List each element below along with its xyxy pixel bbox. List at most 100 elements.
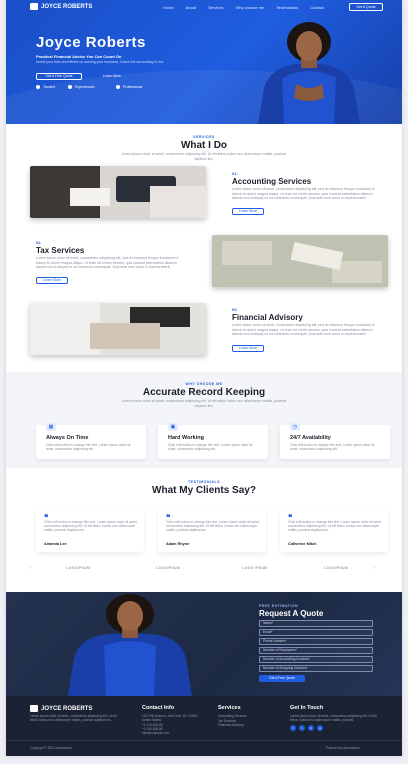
brand-mark-icon: [30, 3, 38, 10]
powered-by-text: Powered by Accountant: [326, 746, 360, 750]
service-title-accounting: Accounting Services: [232, 177, 312, 186]
footer-brand-name: JOYCE ROBERTS: [41, 705, 93, 712]
linkedin-icon[interactable]: in: [308, 725, 314, 731]
nav-link-about[interactable]: About: [186, 5, 196, 10]
why-kicker: WHY CHOOSE ME: [185, 382, 223, 386]
footer-about: Lorem ipsum dolor sit amet, consectetur …: [30, 714, 117, 723]
testimonials-kicker: TESTIMONIALS: [187, 480, 221, 484]
nav-quote-button[interactable]: Get A Quote: [349, 3, 383, 11]
hero-feature-trusted: Trusted: [36, 85, 55, 89]
calendar-icon: ▦: [46, 423, 56, 431]
hero-quote-button[interactable]: Get A Free Quote: [36, 73, 82, 80]
testimonial-card: ❝ Click edit button to change this text.…: [36, 508, 144, 552]
quote-kicker: FREE ESTIMATION: [259, 604, 299, 608]
check-icon: [68, 85, 72, 89]
hero-feature-label: Experienced: [75, 85, 95, 89]
hero-learn-more-button[interactable]: Learn More: [92, 73, 132, 80]
tax-learn-more-button[interactable]: Learn More: [36, 277, 68, 284]
nav-link-why[interactable]: Why choose me: [235, 5, 264, 10]
quote-title: Request A Quote: [259, 609, 324, 618]
briefcase-icon: ▣: [168, 423, 178, 431]
service-title-advisory: Financial Advisory: [232, 313, 303, 322]
nav-link-testimonials[interactable]: Testimonials: [276, 5, 298, 10]
testimonial-card: ❝ Click edit button to change this text.…: [280, 508, 388, 552]
hero-feature-experienced: Experienced: [68, 85, 94, 89]
email-field[interactable]: Email*: [259, 629, 373, 636]
nav-link-contact[interactable]: Contact: [310, 5, 324, 10]
testimonial-text: Click edit button to change this text. L…: [288, 520, 382, 533]
hero-feature-label: Trusted: [43, 85, 55, 89]
nav-links: Home About Services Why choose me Testim…: [163, 5, 324, 10]
page: JOYCE ROBERTS Home About Services Why ch…: [6, 0, 402, 756]
client-logo: LOGOIPSUM: [66, 566, 91, 570]
services-title: What I Do: [180, 140, 228, 151]
hero-subtitle: Practical Financial Advice You Can Count…: [36, 54, 122, 59]
footer-touch-text: Lorem ipsum dolor sit amet, consectetur …: [290, 714, 377, 723]
why-card-on-time: ▦ Always On Time Click edit button to ch…: [36, 423, 146, 459]
carousel-prev-icon[interactable]: ‹: [30, 566, 31, 570]
name-field[interactable]: Name*: [259, 620, 373, 627]
nav-link-home[interactable]: Home: [163, 5, 174, 10]
hero-portrait-image: [258, 22, 360, 124]
hero-feature-label: Professional: [123, 85, 143, 89]
google-icon[interactable]: g: [317, 725, 323, 731]
facebook-icon[interactable]: f: [290, 725, 296, 731]
accounting-invoices-field[interactable]: Number of Accounting Invoices*: [259, 656, 373, 663]
hero-description: Invest your time and efforts on running …: [36, 60, 165, 64]
why-card-title: Hard Working: [168, 435, 204, 441]
service-number: 02.: [36, 240, 42, 245]
footer-services-title: Services: [218, 705, 241, 711]
service-text-accounting: Lorem ipsum dolor sit amet, consectetur …: [232, 187, 375, 201]
footer-contact-title: Contact Info: [142, 705, 175, 711]
why-card-title: Always On Time: [46, 435, 89, 441]
service-text-tax: Lorem ipsum dolor sit amet, consectetur …: [36, 256, 179, 270]
why-card-hard-working: ▣ Hard Working Click edit button to chan…: [158, 423, 268, 459]
service-number: 03.: [232, 307, 238, 312]
testimonial-card: ❝ Click edit button to change this text.…: [158, 508, 266, 552]
clock-icon: ◷: [290, 423, 300, 431]
footer-bottom-bar: Copyright © 2021 Accountant Powered by A…: [6, 740, 402, 756]
twitter-icon[interactable]: t: [299, 725, 305, 731]
client-logo: LOGOIPSUM: [324, 566, 349, 570]
shopping-invoices-field[interactable]: Number of Shopping Invoices*: [259, 665, 373, 672]
quote-submit-button[interactable]: Get A Free Quote: [259, 675, 305, 682]
why-card-text: Click edit button to change this text. L…: [46, 443, 131, 452]
footer-address: 123 Fifth Avenue, New York, NY 10160, Un…: [142, 714, 198, 723]
testimonial-text: Click edit button to change this text. L…: [44, 520, 138, 533]
testimonials-title: What My Clients Say?: [152, 485, 256, 496]
service-text-advisory: Lorem ipsum dolor sit amet, consectetur …: [232, 323, 375, 337]
footer-email[interactable]: info@example.com: [142, 731, 169, 735]
client-logos: ‹ LOGOIPSUM LOGOIPSUM LOGO IPSUM LOGOIPS…: [6, 563, 402, 575]
why-description: Lorem ipsum dolor sit amet, consectetur …: [121, 399, 287, 408]
brand-logo[interactable]: JOYCE ROBERTS: [30, 3, 92, 10]
quote-portrait-image: [68, 594, 192, 696]
accounting-learn-more-button[interactable]: Learn More: [232, 208, 264, 215]
why-card-text: Click edit button to change this text. L…: [290, 443, 375, 452]
hero-feature-professional: Professional: [116, 85, 142, 89]
top-nav: JOYCE ROBERTS Home About Services Why ch…: [6, 0, 402, 14]
client-logo: LOGOIPSUM: [156, 566, 181, 570]
tax-service-image: [212, 235, 388, 287]
footer: JOYCE ROBERTS Lorem ipsum dolor sit amet…: [6, 696, 402, 756]
employees-field[interactable]: Number of Employees*: [259, 647, 373, 654]
hero-title: Joyce Roberts: [36, 34, 146, 51]
phone-field[interactable]: Phone Number*: [259, 638, 373, 645]
why-card-availability: ◷ 24/7 Availability Click edit button to…: [280, 423, 390, 459]
check-icon: [116, 85, 120, 89]
service-number: 01.: [232, 171, 238, 176]
advisory-service-image: [30, 303, 206, 355]
hero-section: JOYCE ROBERTS Home About Services Why ch…: [6, 0, 402, 124]
services-description: Lorem ipsum dolor sit amet, consectetur …: [121, 152, 287, 161]
testimonial-author: Adam Rhyne: [166, 542, 190, 546]
why-card-text: Click edit button to change this text. L…: [168, 443, 253, 452]
copyright-text: Copyright © 2021 Accountant: [30, 746, 72, 750]
footer-service-link[interactable]: Financial Advisory: [218, 723, 244, 727]
footer-brand-logo[interactable]: JOYCE ROBERTS: [30, 705, 92, 712]
nav-link-services[interactable]: Services: [208, 5, 223, 10]
testimonial-text: Click edit button to change this text. L…: [166, 520, 260, 533]
carousel-next-icon[interactable]: ›: [374, 566, 375, 570]
advisory-learn-more-button[interactable]: Learn More: [232, 345, 264, 352]
accounting-service-image: [30, 166, 206, 218]
service-title-tax: Tax Services: [36, 246, 85, 255]
brand-mark-icon: [30, 705, 38, 712]
